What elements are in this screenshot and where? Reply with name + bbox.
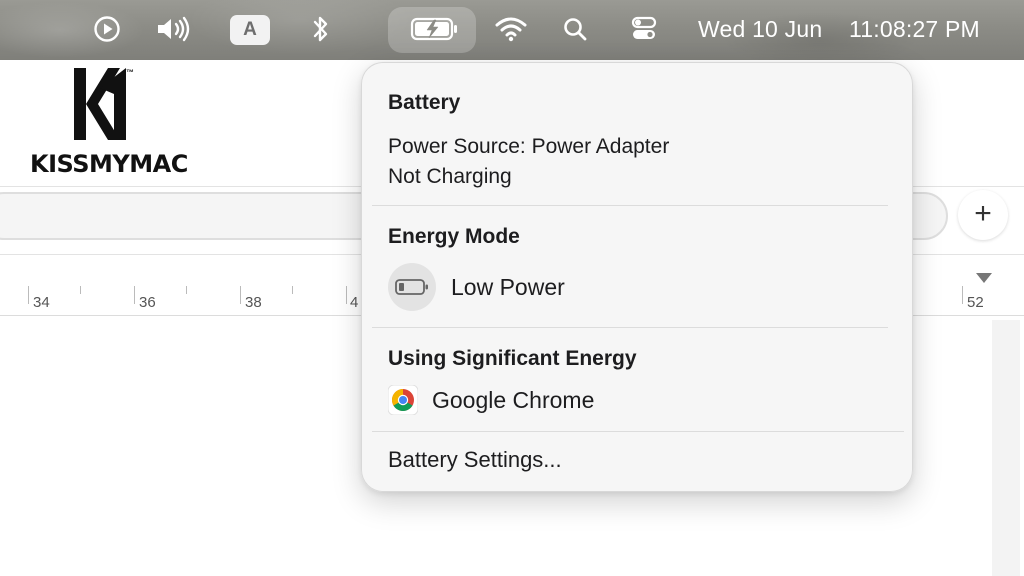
battery-title: Battery [388,91,461,114]
ruler-tick [28,286,29,304]
ruler-tick [240,286,241,304]
menu-bar: A Wed 10 Jun 11:08:27 PM [0,0,1024,60]
chrome-icon [388,385,418,415]
ruler-tick [962,286,963,304]
menu-bar-date[interactable]: Wed 10 Jun [698,14,822,44]
ruler-tick [80,286,81,294]
control-center-icon[interactable] [628,14,660,44]
significant-energy-heading: Using Significant Energy [388,347,637,370]
power-source-text: Power Source: Power Adapter [388,135,670,158]
tab-stop-marker[interactable] [976,273,992,283]
menu-bar-time[interactable]: 11:08:27 PM [849,14,980,44]
separator [372,327,888,328]
battery-popover: Battery Power Source: Power Adapter Not … [361,62,913,492]
app-google-chrome[interactable]: Google Chrome [432,387,594,414]
play-circle-icon[interactable] [92,14,122,44]
logo-text: KISSMYMAC [30,150,188,178]
ruler-tick [186,286,187,294]
ruler-tick [292,286,293,294]
ruler-number: 38 [245,294,262,311]
ruler-number: 4 [350,294,359,311]
logo-trademark: ™ [126,68,134,77]
bluetooth-icon[interactable] [308,14,334,44]
volume-icon[interactable] [154,14,194,44]
low-power-label[interactable]: Low Power [451,274,565,301]
keyboard-input-icon[interactable]: A [230,15,270,45]
separator [372,205,888,206]
battery-settings-link[interactable]: Battery Settings... [388,447,562,473]
battery-charging-icon[interactable] [410,14,460,44]
scrollbar[interactable] [992,320,1020,576]
ruler-tick [346,286,347,304]
energy-mode-heading: Energy Mode [388,225,520,248]
charging-status-text: Not Charging [388,165,512,188]
low-power-toggle[interactable] [388,263,436,311]
add-button[interactable]: + [958,190,1008,240]
ruler-number: 36 [139,294,156,311]
low-battery-icon [395,279,428,295]
search-icon[interactable] [560,14,590,44]
wifi-icon[interactable] [494,14,528,44]
ruler-number: 34 [33,294,50,311]
ruler-tick [134,286,135,304]
ruler-number: 52 [967,294,984,311]
separator [372,431,904,432]
